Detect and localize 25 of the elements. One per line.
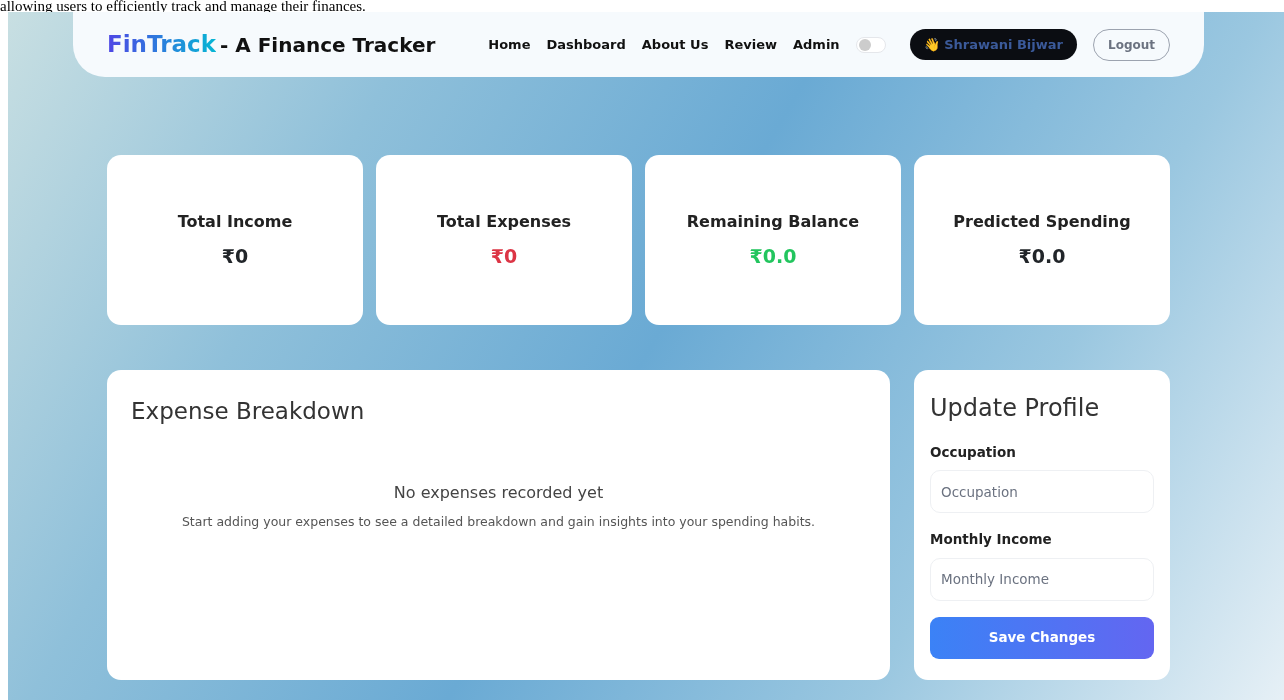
nav-link[interactable]: Home xyxy=(488,34,531,55)
field-label: Occupation xyxy=(930,443,1017,462)
stat-value: ₹0.0 xyxy=(1018,243,1066,269)
input-field[interactable]: Monthly Income xyxy=(930,557,1154,601)
card-title: Update Profile xyxy=(930,393,1101,424)
input-field[interactable]: Occupation xyxy=(930,470,1154,514)
nav-link[interactable]: About Us xyxy=(641,34,709,55)
stat-label: Predicted Spending xyxy=(953,210,1131,233)
nav-link[interactable]: Admin xyxy=(793,34,840,55)
card-title: Expense Breakdown xyxy=(131,397,366,426)
field-label: Monthly Income xyxy=(930,530,1053,550)
nav-link[interactable]: Review xyxy=(724,34,777,55)
document-text: allowing users to efficiently track and manage their finances. xyxy=(0,0,367,12)
stat-value: ₹0.0 xyxy=(749,243,797,269)
stat-label: Remaining Balance xyxy=(686,210,860,233)
theme-toggle[interactable] xyxy=(855,36,886,53)
stat-label: Total Expenses xyxy=(436,210,572,233)
stat-value: ₹0 xyxy=(490,243,518,269)
brand-subtitle: - A Finance Tracker xyxy=(219,32,436,60)
empty-state-title: No expenses recorded yet xyxy=(392,481,605,504)
save-button[interactable]: Save Changes xyxy=(930,616,1154,659)
nav-link[interactable]: Dashboard xyxy=(546,34,626,55)
stat-label: Total Income xyxy=(177,210,293,233)
empty-state-text: Start adding your expenses to see a detailed breakdown and gain insights into your spending habits. xyxy=(180,512,817,531)
stat-value: ₹0 xyxy=(221,243,249,269)
